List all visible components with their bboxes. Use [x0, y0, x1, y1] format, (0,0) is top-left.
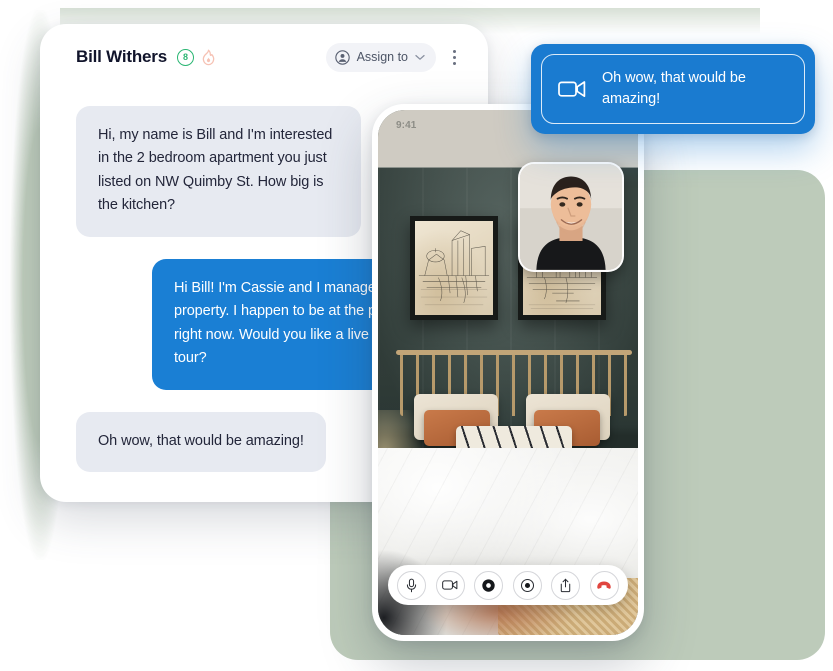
- record-icon[interactable]: [474, 570, 504, 600]
- incoming-message-toast[interactable]: Oh wow, that would be amazing!: [531, 44, 815, 134]
- message-bubble-incoming: Oh wow, that would be amazing!: [76, 411, 326, 473]
- chevron-down-icon: [415, 54, 425, 60]
- contact-badges: 8: [176, 48, 216, 66]
- microphone-icon[interactable]: [397, 570, 426, 600]
- person-portrait: [520, 164, 622, 270]
- circle-count-badge: 8: [176, 48, 194, 66]
- contact-name: Bill Withers: [76, 47, 167, 66]
- sketch-drawing: [418, 230, 490, 306]
- conversation-header: Bill Withers 8 Assign to: [40, 24, 488, 90]
- call-control-bar: [388, 565, 628, 605]
- video-camera-icon: [558, 81, 586, 98]
- person-circle-icon: [334, 49, 350, 65]
- framed-artwork-left: [410, 216, 498, 320]
- toast-inner-frame: Oh wow, that would be amazing!: [541, 54, 805, 124]
- video-camera-icon[interactable]: [435, 570, 465, 600]
- assign-to-label: Assign to: [356, 50, 408, 64]
- status-bar-time: 9:41: [396, 119, 417, 131]
- phone-screen: 9:41: [378, 110, 638, 635]
- capture-icon[interactable]: [512, 570, 542, 600]
- self-view-video-tile[interactable]: [518, 162, 624, 272]
- share-icon[interactable]: [551, 570, 581, 600]
- header-actions: Assign to: [325, 42, 466, 72]
- kebab-menu-icon[interactable]: [442, 42, 466, 72]
- phone-mockup: 9:41: [372, 104, 644, 641]
- assign-to-button[interactable]: Assign to: [325, 42, 436, 72]
- toast-message-text: Oh wow, that would be amazing!: [602, 69, 746, 107]
- end-call-icon[interactable]: [589, 570, 619, 600]
- message-bubble-incoming: Hi, my name is Bill and I'm interested i…: [76, 106, 361, 237]
- screenshot-root: Bill Withers 8 Assign to Hi, my name is …: [0, 0, 833, 671]
- flame-icon: [202, 49, 215, 65]
